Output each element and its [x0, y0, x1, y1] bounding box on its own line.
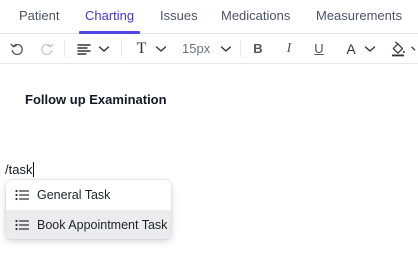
chevron-down-icon — [220, 45, 232, 52]
redo-button[interactable] — [38, 34, 56, 63]
list-icon — [15, 189, 29, 200]
text-color-icon: A — [346, 40, 356, 57]
tab-charting[interactable]: Charting — [85, 8, 134, 23]
menu-item-label: General Task — [37, 187, 111, 202]
tab-issues[interactable]: Issues — [160, 8, 198, 23]
align-left-icon — [76, 43, 91, 55]
editor-toolbar: T 15px B I U A — [0, 34, 418, 64]
text-style-dropdown[interactable]: T — [133, 34, 171, 63]
menu-item-book-appointment-task[interactable]: Book Appointment Task — [6, 210, 171, 239]
text-cursor — [33, 162, 35, 177]
bold-icon: B — [253, 41, 263, 56]
tab-patient[interactable]: Patient — [19, 8, 59, 23]
slash-command-menu: General Task Book Appointment Task — [6, 180, 171, 239]
underline-icon: U — [314, 41, 324, 56]
editor-command-line[interactable]: /task — [5, 162, 35, 177]
font-size-value: 15px — [182, 41, 211, 56]
tab-medications[interactable]: Medications — [221, 8, 290, 23]
slash-command-text: /task — [5, 162, 33, 177]
text-style-icon: T — [136, 39, 147, 57]
tab-bar: Patient Charting Issues Medications Meas… — [0, 0, 418, 34]
paint-bucket-icon — [391, 41, 405, 56]
chevron-down-icon — [410, 46, 415, 51]
chevron-down-icon — [156, 45, 167, 52]
chevron-down-icon — [98, 45, 109, 52]
undo-icon — [10, 43, 23, 55]
list-icon — [15, 219, 29, 230]
underline-button[interactable]: U — [311, 34, 327, 63]
italic-icon: I — [286, 40, 292, 56]
italic-button[interactable]: I — [281, 34, 297, 63]
toolbar-divider — [64, 41, 65, 57]
bold-button[interactable]: B — [250, 34, 266, 63]
undo-button[interactable] — [8, 34, 26, 63]
menu-item-general-task[interactable]: General Task — [6, 180, 171, 209]
toolbar-divider — [240, 41, 241, 57]
highlight-color-dropdown[interactable] — [391, 34, 418, 63]
chevron-down-icon — [364, 45, 375, 52]
redo-icon — [41, 43, 54, 55]
menu-item-label: Book Appointment Task — [37, 217, 168, 232]
tab-measurements[interactable]: Measurements — [316, 8, 402, 23]
text-color-dropdown[interactable]: A — [342, 34, 380, 63]
toolbar-divider — [121, 41, 122, 57]
alignment-dropdown[interactable] — [73, 34, 113, 63]
font-size-dropdown[interactable]: 15px — [182, 34, 232, 63]
note-heading: Follow up Examination — [25, 92, 167, 107]
